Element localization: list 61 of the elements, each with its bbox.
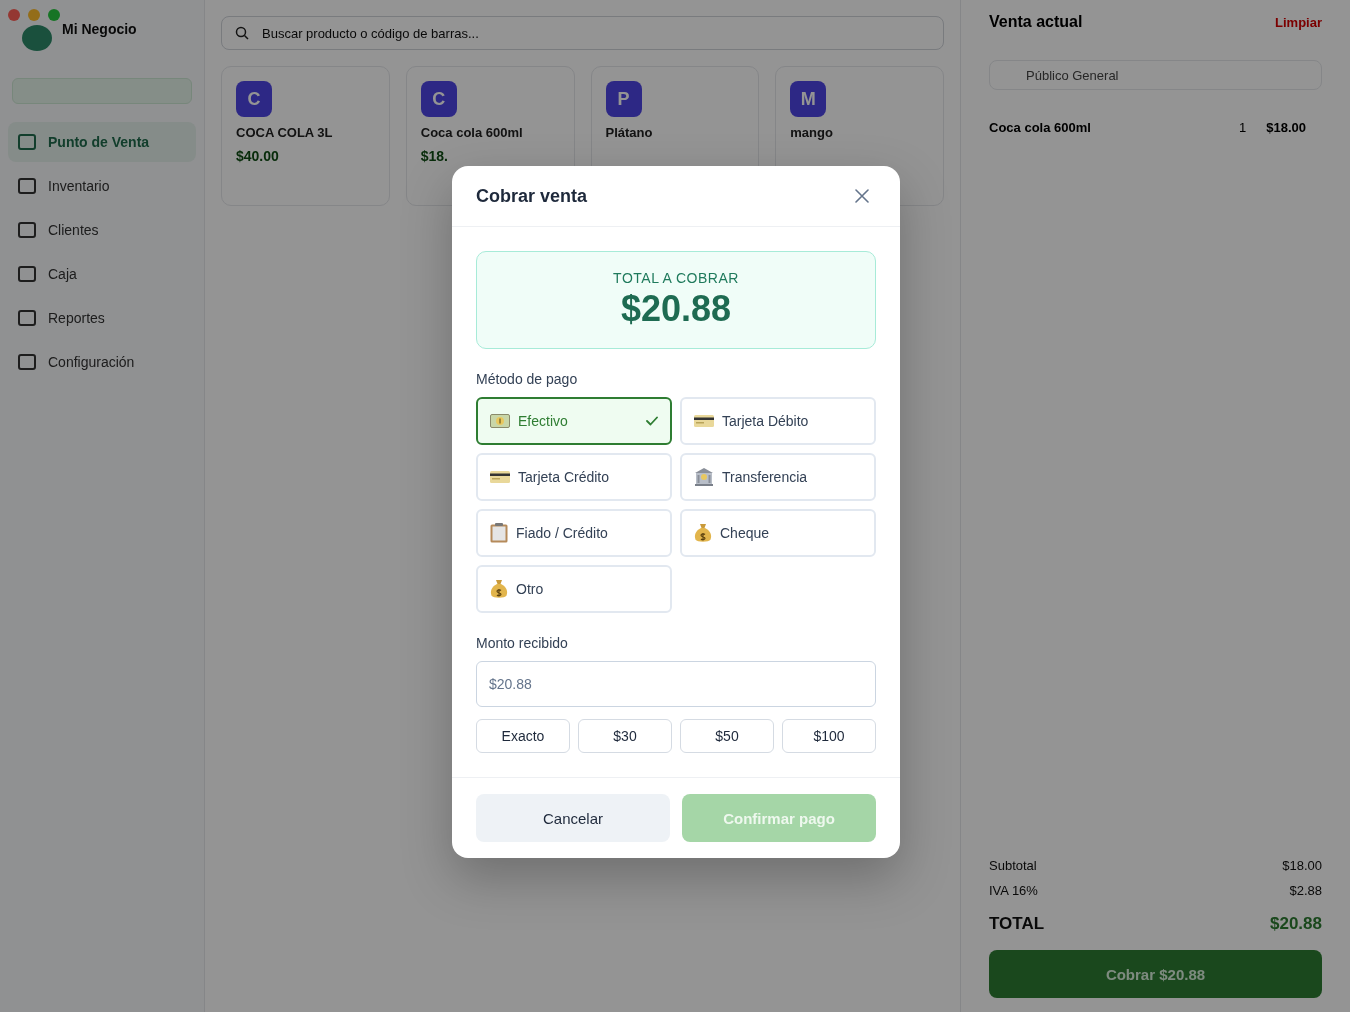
product-initial: P (605, 81, 642, 117)
total-value: $18.00 (1282, 858, 1322, 873)
bank-icon (694, 467, 714, 487)
product-name: mango (790, 125, 834, 140)
customer-select[interactable]: Público General (989, 60, 1322, 90)
payment-method-option[interactable]: Efectivo (476, 397, 672, 445)
total-label: Subtotal (989, 858, 1037, 873)
credit-card-icon (490, 471, 510, 483)
sidebar-item[interactable]: Clientes (8, 210, 196, 250)
clipboard-icon (490, 523, 508, 543)
section-label: Método de pago (476, 371, 579, 387)
quick-amount-button[interactable]: Exacto (476, 719, 570, 753)
product-initial: C (236, 81, 272, 117)
quick-amount-button[interactable]: $30 (578, 719, 672, 753)
close-icon[interactable] (855, 189, 869, 203)
total-label: TOTAL A COBRAR (613, 270, 739, 286)
logo-icon (22, 25, 52, 51)
minimize-window-icon[interactable] (28, 9, 40, 21)
quick-amount-button[interactable]: $100 (782, 719, 876, 753)
payment-method-option[interactable]: Cheque (680, 509, 876, 557)
money-bag-icon (490, 579, 508, 599)
sidebar-item[interactable]: Caja (8, 254, 196, 294)
cancel-button[interactable]: Cancelar (476, 794, 670, 842)
sidebar-item[interactable]: Punto de Venta (8, 122, 196, 162)
payment-method-option[interactable]: Otro (476, 565, 672, 613)
payment-method-option[interactable]: Transferencia (680, 453, 876, 501)
app-name: Mi Negocio (62, 21, 137, 37)
payment-method-option[interactable]: Tarjeta Crédito (476, 453, 672, 501)
banknote-icon (490, 414, 510, 428)
sidebar-item[interactable]: Inventario (8, 166, 196, 206)
maximize-window-icon[interactable] (48, 9, 60, 21)
quick-amount-button[interactable]: $50 (680, 719, 774, 753)
quantity: 1 (1239, 120, 1247, 135)
credit-card-icon (694, 415, 714, 427)
search-field[interactable]: Buscar producto o código de barras... (221, 16, 944, 50)
product-initial: M (790, 81, 827, 117)
product-name: Coca cola 600ml (420, 125, 524, 140)
product-card[interactable]: C COCA COLA 3L $40.00 (221, 66, 390, 206)
product-name: Plátano (605, 125, 654, 140)
field-label: Monto recibido (476, 635, 569, 651)
sidebar-item[interactable]: Configuración (8, 342, 196, 382)
cart-title: Venta actual (989, 13, 1083, 31)
product-name: COCA COLA 3L (236, 125, 334, 140)
cart-item-name: Coca cola 600ml (989, 120, 1092, 135)
total-label: IVA 16% (989, 883, 1038, 898)
checkmark-icon (646, 416, 658, 426)
clear-link[interactable]: Limpiar (1275, 14, 1322, 30)
product-initial: C (420, 81, 457, 117)
amount-input-field[interactable]: $20.88 (476, 661, 876, 707)
sidebar-item[interactable]: Reportes (8, 298, 196, 338)
product-price: $18. (420, 148, 449, 164)
payment-method-option[interactable]: Fiado / Crédito (476, 509, 672, 557)
cart-item-total: $18.00 (1266, 120, 1306, 135)
grand-total-value: $20.88 (1270, 914, 1322, 934)
grand-total-label: TOTAL (989, 914, 1045, 934)
product-price: $40.00 (236, 148, 280, 164)
close-window-icon[interactable] (8, 9, 20, 21)
payment-method-option[interactable]: Tarjeta Débito (680, 397, 876, 445)
total-amount: $20.88 (620, 288, 732, 330)
money-bag-icon (694, 523, 712, 543)
total-value: $2.88 (1289, 883, 1322, 898)
